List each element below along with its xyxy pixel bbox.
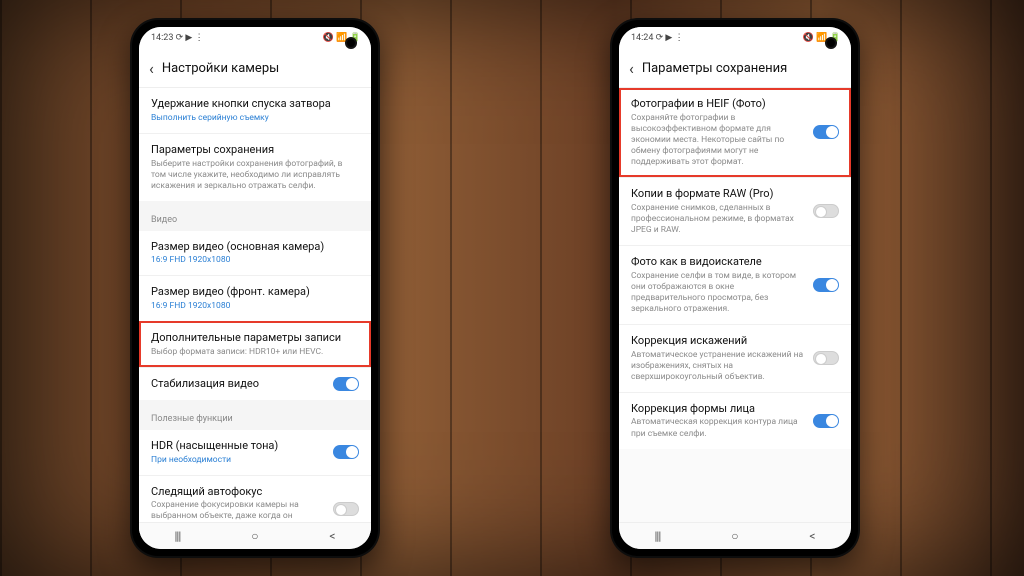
camera-hole-icon xyxy=(825,37,837,49)
toggle-raw[interactable] xyxy=(813,204,839,218)
back-icon[interactable]: ‹ xyxy=(149,59,154,78)
row-subtitle: При необходимости xyxy=(151,455,359,466)
row-title: Удержание кнопки спуска затвора xyxy=(151,97,359,111)
toggle-stabilization[interactable] xyxy=(333,377,359,391)
row-subtitle: Выполнить серийную съемку xyxy=(151,113,359,124)
row-subtitle: Сохранение селфи в том виде, в котором о… xyxy=(631,271,839,315)
row-title: Параметры сохранения xyxy=(151,143,359,157)
row-viewfinder[interactable]: Фото как в видоискателе Сохранение селфи… xyxy=(619,245,851,324)
nav-home-icon[interactable]: ○ xyxy=(251,529,258,543)
toggle-viewfinder[interactable] xyxy=(813,278,839,292)
row-subtitle: Выбор формата записи: HDR10+ или HEVC. xyxy=(151,347,359,358)
row-subtitle: Автоматическая коррекция контура лица пр… xyxy=(631,417,839,439)
phone-left: 14:23 ⟳ ▶ ⋮ 🔇 📶 🔋 ‹ Настройки камеры Уде… xyxy=(130,18,380,558)
row-face-shape[interactable]: Коррекция формы лица Автоматическая корр… xyxy=(619,392,851,449)
row-distortion[interactable]: Коррекция искажений Автоматическое устра… xyxy=(619,324,851,392)
row-title: Фото как в видоискателе xyxy=(631,255,839,269)
wood-background: 14:23 ⟳ ▶ ⋮ 🔇 📶 🔋 ‹ Настройки камеры Уде… xyxy=(0,0,1024,576)
nav-back-icon[interactable]: < xyxy=(329,529,335,543)
nav-back-icon[interactable]: < xyxy=(809,529,815,543)
toggle-hdr[interactable] xyxy=(333,445,359,459)
row-video-rear[interactable]: Размер видео (основная камера) 16:9 FHD … xyxy=(139,231,371,276)
row-title: Следящий автофокус xyxy=(151,485,359,499)
camera-hole-icon xyxy=(345,37,357,49)
page-title: Настройки камеры xyxy=(162,61,279,76)
row-subtitle: Автоматическое устранение искажений на и… xyxy=(631,350,839,383)
row-video-front[interactable]: Размер видео (фронт. камера) 16:9 FHD 19… xyxy=(139,275,371,321)
toggle-heif[interactable] xyxy=(813,125,839,139)
navigation-bar: ||| ○ < xyxy=(619,522,851,549)
row-title: Размер видео (основная камера) xyxy=(151,240,359,254)
row-title: Стабилизация видео xyxy=(151,377,359,391)
nav-recent-icon[interactable]: ||| xyxy=(174,529,180,543)
row-advanced-recording[interactable]: Дополнительные параметры записи Выбор фо… xyxy=(139,321,371,367)
titlebar: ‹ Параметры сохранения xyxy=(619,49,851,88)
titlebar: ‹ Настройки камеры xyxy=(139,49,371,88)
settings-list[interactable]: Удержание кнопки спуска затвора Выполнит… xyxy=(139,88,371,543)
group-label-video: Видео xyxy=(139,207,371,231)
status-bar: 14:24 ⟳ ▶ ⋮ 🔇 📶 🔋 xyxy=(619,27,851,49)
row-hdr[interactable]: HDR (насыщенные тона) При необходимости xyxy=(139,430,371,475)
status-left-icons: ⟳ ▶ ⋮ xyxy=(176,33,204,43)
screen-left: 14:23 ⟳ ▶ ⋮ 🔇 📶 🔋 ‹ Настройки камеры Уде… xyxy=(139,27,371,549)
toggle-distortion[interactable] xyxy=(813,351,839,365)
nav-home-icon[interactable]: ○ xyxy=(731,529,738,543)
group-label-useful: Полезные функции xyxy=(139,406,371,430)
row-title: Дополнительные параметры записи xyxy=(151,331,359,345)
page-title: Параметры сохранения xyxy=(642,61,787,76)
row-shutter-hold[interactable]: Удержание кнопки спуска затвора Выполнит… xyxy=(139,88,371,133)
row-subtitle: Сохранение снимков, сделанных в професси… xyxy=(631,203,839,236)
navigation-bar: ||| ○ < xyxy=(139,522,371,549)
status-time: 14:23 xyxy=(151,33,173,43)
row-title: Коррекция формы лица xyxy=(631,402,839,416)
status-time: 14:24 xyxy=(631,33,653,43)
row-stabilization[interactable]: Стабилизация видео xyxy=(139,367,371,400)
phone-right: 14:24 ⟳ ▶ ⋮ 🔇 📶 🔋 ‹ Параметры сохранения… xyxy=(610,18,860,558)
status-left-icons: ⟳ ▶ ⋮ xyxy=(656,33,684,43)
toggle-tracking-af[interactable] xyxy=(333,502,359,516)
status-bar: 14:23 ⟳ ▶ ⋮ 🔇 📶 🔋 xyxy=(139,27,371,49)
row-raw[interactable]: Копии в формате RAW (Pro) Сохранение сни… xyxy=(619,177,851,245)
row-save-options[interactable]: Параметры сохранения Выберите настройки … xyxy=(139,133,371,201)
row-title: Копии в формате RAW (Pro) xyxy=(631,187,839,201)
row-subtitle: 16:9 FHD 1920x1080 xyxy=(151,301,359,312)
row-title: Фотографии в HEIF (Фото) xyxy=(631,97,839,111)
screen-right: 14:24 ⟳ ▶ ⋮ 🔇 📶 🔋 ‹ Параметры сохранения… xyxy=(619,27,851,549)
toggle-face-shape[interactable] xyxy=(813,414,839,428)
back-icon[interactable]: ‹ xyxy=(629,59,634,78)
row-subtitle: Сохраняйте фотографии в высокоэффективно… xyxy=(631,113,839,168)
row-subtitle: 16:9 FHD 1920x1080 xyxy=(151,255,359,266)
row-title: Размер видео (фронт. камера) xyxy=(151,285,359,299)
row-title: Коррекция искажений xyxy=(631,334,839,348)
settings-list[interactable]: Фотографии в HEIF (Фото) Сохраняйте фото… xyxy=(619,88,851,449)
row-heif[interactable]: Фотографии в HEIF (Фото) Сохраняйте фото… xyxy=(619,88,851,177)
nav-recent-icon[interactable]: ||| xyxy=(654,529,660,543)
row-subtitle: Выберите настройки сохранения фотографий… xyxy=(151,159,359,192)
row-title: HDR (насыщенные тона) xyxy=(151,439,359,453)
